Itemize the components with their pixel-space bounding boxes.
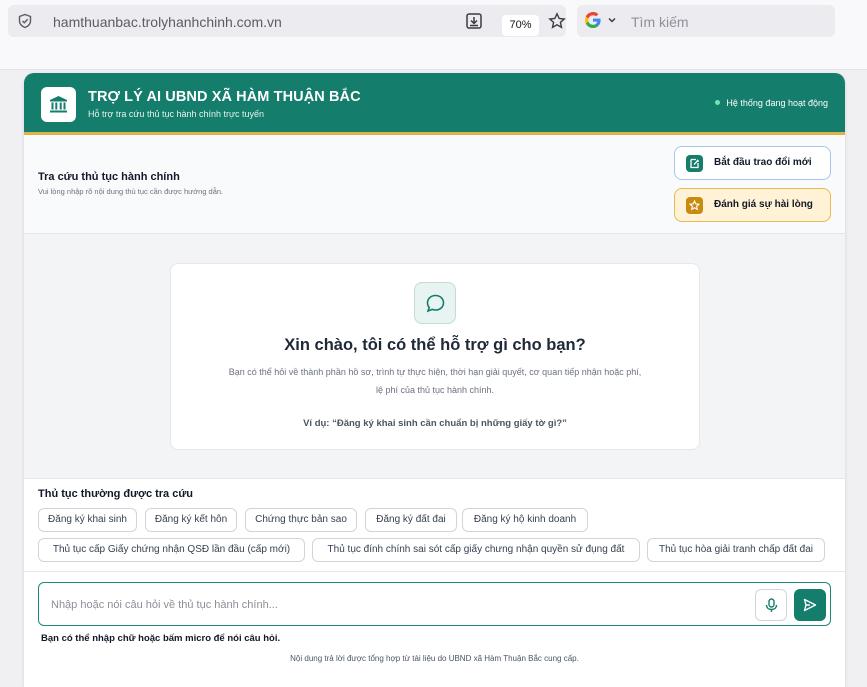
source-note: Nội dung trả lời được tổng hợp từ tài li… (290, 654, 579, 663)
welcome-title: Xin chào, tôi có thể hỗ trợ gì cho bạn? (284, 336, 586, 354)
new-chat-icon (686, 155, 703, 172)
common-procedures-title: Thủ tục thường được tra cứu (38, 488, 194, 500)
app-container: TRỢ LÝ AI UBND XÃ HÀM THUẬN BẮC Hỗ trợ t… (24, 73, 845, 687)
system-status: Hệ thống đang hoạt động (715, 98, 828, 108)
app-header: TRỢ LÝ AI UBND XÃ HÀM THUẬN BẮC Hỗ trợ t… (24, 73, 845, 135)
welcome-example: Ví dụ: “Đăng ký khai sinh cần chuẩn bị n… (303, 418, 567, 429)
status-text: Hệ thống đang hoạt động (726, 98, 828, 108)
government-building-icon (50, 96, 67, 113)
input-hint: Bạn có thể nhập chữ hoặc bấm micro để nó… (41, 633, 281, 644)
bookmark-star-icon[interactable] (548, 12, 566, 30)
procedure-chip[interactable]: Đăng ký khai sinh (38, 508, 137, 532)
section-title: Tra cứu thủ tục hành chính (38, 171, 180, 183)
input-area: Bạn có thể nhập chữ hoặc bấm micro để nó… (24, 572, 845, 687)
search-bar[interactable]: Tìm kiếm (577, 5, 835, 37)
procedure-chip[interactable]: Thủ tục đính chính sai sót cấp giấy chưn… (312, 538, 640, 562)
chat-area: Xin chào, tôi có thể hỗ trợ gì cho bạn? … (24, 234, 845, 479)
new-conversation-button[interactable]: Bắt đầu trao đổi mới (674, 146, 831, 180)
welcome-description: Bạn có thể hỏi về thành phần hồ sơ, trìn… (171, 363, 699, 399)
procedure-chip[interactable]: Thủ tục cấp Giấy chứng nhận QSĐ lần đầu … (38, 538, 305, 562)
logo (41, 87, 76, 122)
procedure-chip[interactable]: Chứng thực bản sao (245, 508, 357, 532)
lookup-toolbar: Tra cứu thủ tục hành chính Vui lòng nhập… (24, 135, 845, 234)
address-bar[interactable]: hamthuanbac.trolyhanhchinh.com.vn 70% (8, 5, 566, 37)
url-text[interactable]: hamthuanbac.trolyhanhchinh.com.vn (53, 14, 282, 30)
rate-satisfaction-label: Đánh giá sự hài lòng (714, 199, 813, 210)
status-dot-icon (715, 100, 721, 105)
shield-icon[interactable] (17, 13, 33, 29)
app-title: TRỢ LÝ AI UBND XÃ HÀM THUẬN BẮC (88, 89, 361, 105)
download-icon[interactable] (465, 12, 483, 30)
chat-bubble-icon (414, 282, 456, 324)
send-button[interactable] (794, 589, 826, 621)
procedure-chip[interactable]: Đăng ký đất đai (365, 508, 457, 532)
microphone-icon (765, 598, 778, 612)
procedure-chip[interactable]: Đăng ký kết hôn (145, 508, 237, 532)
search-placeholder[interactable]: Tìm kiếm (631, 14, 689, 30)
send-icon (803, 598, 817, 612)
procedure-chip[interactable]: Thủ tục hòa giải tranh chấp đất đai (647, 538, 825, 562)
app-subtitle: Hỗ trợ tra cứu thủ tục hành chính trực t… (88, 109, 265, 119)
rate-satisfaction-button[interactable]: Đánh giá sự hài lòng (674, 188, 831, 222)
common-procedures: Thủ tục thường được tra cứu Đăng ký khai… (24, 479, 845, 572)
zoom-level[interactable]: 70% (502, 15, 539, 36)
welcome-card: Xin chào, tôi có thể hỗ trợ gì cho bạn? … (170, 263, 700, 450)
welcome-line-1: Bạn có thể hỏi về thành phần hồ sơ, trìn… (228, 367, 642, 377)
microphone-button[interactable] (755, 589, 787, 621)
section-subtitle: Vui lòng nhập rõ nội dung thủ tục cần đư… (38, 187, 224, 196)
google-icon[interactable] (585, 12, 601, 28)
question-input-box[interactable] (38, 582, 831, 626)
new-conversation-label: Bắt đầu trao đổi mới (714, 157, 812, 168)
question-input[interactable] (51, 596, 741, 614)
browser-toolbar: hamthuanbac.trolyhanhchinh.com.vn 70% Tì… (0, 0, 867, 70)
welcome-line-2: lệ phí của thủ tục hành chính. (375, 385, 495, 395)
star-icon (686, 197, 703, 214)
chevron-down-icon[interactable] (607, 15, 617, 25)
procedure-chip[interactable]: Đăng ký hộ kinh doanh (462, 508, 588, 532)
